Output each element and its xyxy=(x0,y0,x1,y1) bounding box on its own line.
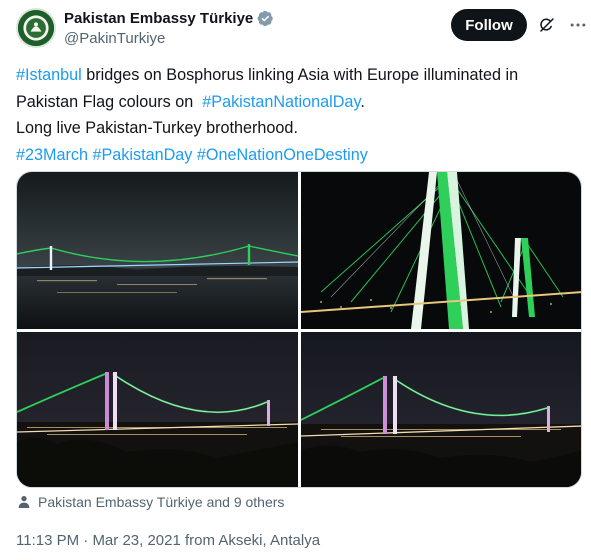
tweet-location: from Akseki, Antalya xyxy=(180,532,321,549)
hashtag-pakistan-day[interactable]: #PakistanDay xyxy=(92,146,192,164)
person-icon xyxy=(18,496,30,508)
ellipsis-icon xyxy=(570,23,586,27)
author-handle[interactable]: @PakinTurkiye xyxy=(64,30,165,47)
hashtag-istanbul[interactable]: #Istanbul xyxy=(16,66,82,84)
tweet-text: #Istanbul bridges on Bosphorus linking A… xyxy=(16,62,576,168)
media-grid xyxy=(16,171,582,488)
tweet-line-1: #Istanbul bridges on Bosphorus linking A… xyxy=(16,62,576,89)
tweet-meta: 11:13 PM · Mar 23, 2021 from Akseki, Ant… xyxy=(16,532,320,549)
profile-avatar[interactable] xyxy=(16,8,56,48)
hashtag-one-nation-one-destiny[interactable]: #OneNationOneDestiny xyxy=(197,146,368,164)
author-name-line: Pakistan Embassy Türkiye xyxy=(64,10,274,27)
photo-icon xyxy=(17,172,298,329)
grok-icon[interactable] xyxy=(538,16,556,34)
photo-icon xyxy=(301,332,581,487)
media-image-bridge-tower-closeup[interactable] xyxy=(301,172,581,329)
tweet-line-2-text: Pakistan Flag colours on xyxy=(16,92,203,111)
tweet-line-1-text: bridges on Bosphorus linking Asia with E… xyxy=(81,66,519,84)
tagged-users-text: Pakistan Embassy Türkiye and 9 others xyxy=(38,494,285,510)
tweet-time[interactable]: 11:13 PM xyxy=(16,532,79,549)
photo-icon xyxy=(17,332,298,487)
photo-icon xyxy=(301,172,581,329)
media-image-bridge-hill-view-2[interactable] xyxy=(301,332,581,487)
media-image-bridge-hill-view[interactable] xyxy=(17,332,298,487)
hashtag-23-march[interactable]: #23March xyxy=(16,146,88,164)
media-image-bridge-far-shot[interactable] xyxy=(17,172,298,329)
tweet-header: Pakistan Embassy Türkiye @PakinTurkiye F… xyxy=(16,6,586,50)
tagged-users[interactable]: Pakistan Embassy Türkiye and 9 others xyxy=(16,494,284,510)
follow-button[interactable]: Follow xyxy=(451,9,527,41)
hashtag-pakistan-national-day[interactable]: #PakistanNationalDay xyxy=(202,93,360,111)
tweet-line-4: #23March #PakistanDay #OneNationOneDesti… xyxy=(16,142,576,169)
author-display-name[interactable]: Pakistan Embassy Türkiye xyxy=(64,10,253,27)
tweet-line-3: Long live Pakistan-Turkey brotherhood. xyxy=(16,119,298,137)
tweet-line-2: Pakistan Flag colours on #PakistanNation… xyxy=(16,89,576,116)
verified-badge-icon xyxy=(257,10,274,27)
tweet-date[interactable]: Mar 23, 2021 xyxy=(92,532,180,549)
tweet-line-2-end: . xyxy=(360,92,365,111)
more-options-icon[interactable] xyxy=(567,14,589,36)
meta-separator: · xyxy=(79,532,93,549)
embassy-emblem-icon xyxy=(18,10,54,46)
